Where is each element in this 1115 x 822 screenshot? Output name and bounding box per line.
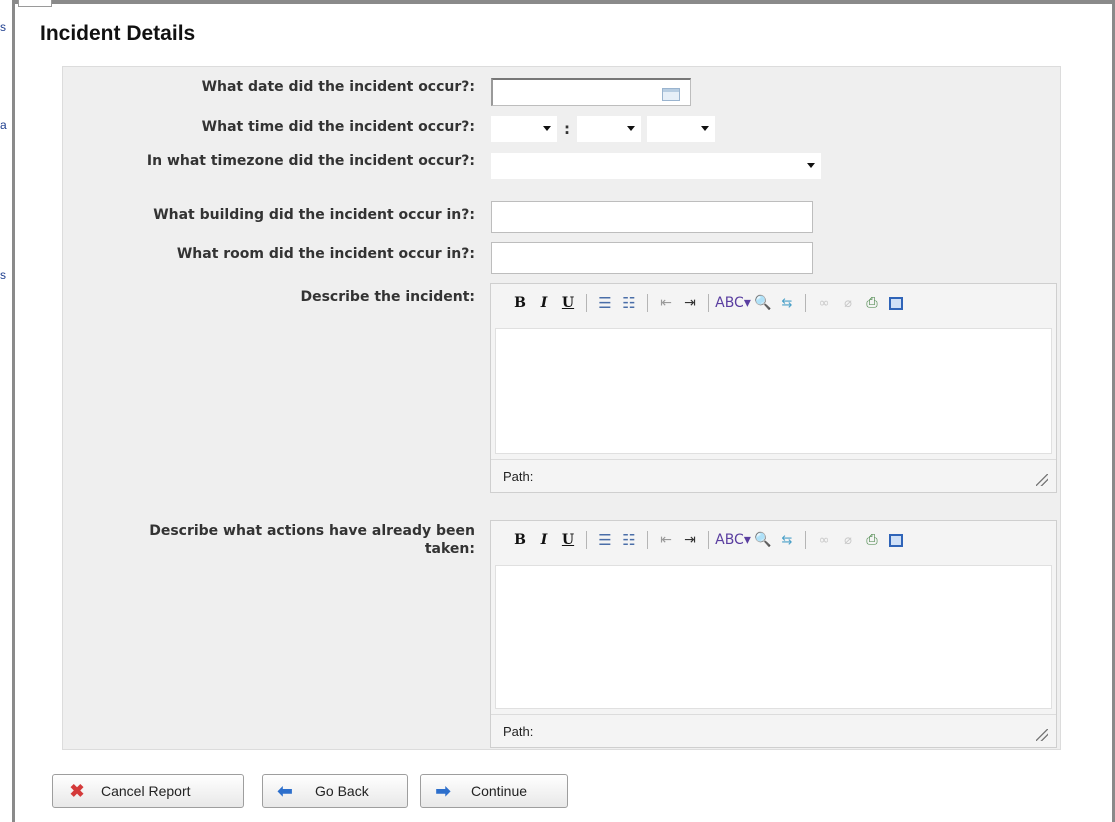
describe-label: Describe the incident: bbox=[300, 289, 475, 305]
toolbar-separator bbox=[805, 531, 806, 549]
describe-edit-area[interactable] bbox=[495, 328, 1052, 454]
path-label: Path: bbox=[503, 724, 534, 739]
indent-icon[interactable]: ⇥ bbox=[679, 529, 701, 551]
go-back-label: Go Back bbox=[315, 783, 369, 799]
find-icon[interactable]: 🔍 bbox=[752, 529, 774, 551]
actions-label: Describe what actions have already been … bbox=[149, 523, 475, 557]
calendar-icon[interactable] bbox=[662, 88, 680, 101]
arrow-right-icon: ➡ bbox=[435, 780, 451, 801]
date-label: What date did the incident occur?: bbox=[201, 79, 475, 95]
numbered-list-icon[interactable]: ☷ bbox=[618, 292, 640, 314]
outdent-icon[interactable]: ⇤ bbox=[655, 529, 677, 551]
cancel-x-icon: ✖ bbox=[69, 780, 85, 801]
resize-grip-icon[interactable] bbox=[1036, 474, 1048, 486]
indent-icon[interactable]: ⇥ bbox=[679, 292, 701, 314]
editor-status-bar: Path: bbox=[491, 459, 1056, 492]
arrow-left-icon: ⬅ bbox=[277, 780, 293, 801]
cancel-report-label: Cancel Report bbox=[101, 783, 191, 799]
outdent-icon[interactable]: ⇤ bbox=[655, 292, 677, 314]
toolbar-separator bbox=[708, 294, 709, 312]
top-frame-border bbox=[15, 0, 1115, 4]
left-fragment-2[interactable]: a bbox=[0, 118, 7, 132]
link-icon[interactable]: ∞ bbox=[813, 529, 835, 551]
room-label: What room did the incident occur in?: bbox=[176, 246, 475, 262]
replace-icon[interactable]: ⇆ bbox=[776, 292, 798, 314]
bullet-list-icon[interactable]: ☰ bbox=[594, 292, 616, 314]
timezone-label: In what timezone did the incident occur?… bbox=[146, 153, 475, 169]
toolbar-separator bbox=[586, 531, 587, 549]
fullscreen-icon[interactable] bbox=[889, 533, 903, 547]
room-input[interactable] bbox=[491, 242, 813, 274]
date-field[interactable] bbox=[491, 78, 691, 106]
unlink-icon[interactable]: ⌀ bbox=[837, 292, 859, 314]
underline-button[interactable]: U bbox=[557, 529, 579, 551]
continue-label: Continue bbox=[471, 783, 528, 799]
find-icon[interactable]: 🔍 bbox=[752, 292, 774, 314]
top-frame-tab bbox=[18, 0, 52, 7]
actions-editor: B I U ☰ ☷ ⇤ ⇥ ABC▾ 🔍 ⇆ ∞ ⌀ ⎙ Path: bbox=[490, 520, 1057, 748]
left-fragment-1: s bbox=[0, 20, 6, 34]
fullscreen-icon[interactable] bbox=[889, 296, 903, 310]
editor-toolbar: B I U ☰ ☷ ⇤ ⇥ ABC▾ 🔍 ⇆ ∞ ⌀ ⎙ bbox=[491, 284, 1056, 322]
describe-editor: B I U ☰ ☷ ⇤ ⇥ ABC▾ 🔍 ⇆ ∞ ⌀ ⎙ Path: bbox=[490, 283, 1057, 493]
building-input[interactable] bbox=[491, 201, 813, 233]
print-icon[interactable]: ⎙ bbox=[861, 292, 883, 314]
spellcheck-icon[interactable]: ABC▾ bbox=[715, 292, 751, 314]
editor-toolbar: B I U ☰ ☷ ⇤ ⇥ ABC▾ 🔍 ⇆ ∞ ⌀ ⎙ bbox=[491, 521, 1056, 559]
toolbar-separator bbox=[708, 531, 709, 549]
italic-button[interactable]: I bbox=[533, 529, 555, 551]
time-ampm-select[interactable] bbox=[647, 116, 715, 142]
left-page-strip: s a s bbox=[0, 0, 15, 822]
bold-button[interactable]: B bbox=[509, 529, 531, 551]
go-back-button[interactable]: ⬅ Go Back bbox=[262, 774, 408, 808]
timezone-select[interactable] bbox=[491, 153, 821, 179]
path-label: Path: bbox=[503, 469, 534, 484]
italic-button[interactable]: I bbox=[533, 292, 555, 314]
bold-button[interactable]: B bbox=[509, 292, 531, 314]
resize-grip-icon[interactable] bbox=[1036, 729, 1048, 741]
actions-edit-area[interactable] bbox=[495, 565, 1052, 709]
chevron-down-icon bbox=[701, 126, 709, 131]
time-separator: : bbox=[564, 120, 570, 138]
time-label: What time did the incident occur?: bbox=[201, 119, 475, 135]
print-icon[interactable]: ⎙ bbox=[861, 529, 883, 551]
toolbar-separator bbox=[647, 531, 648, 549]
replace-icon[interactable]: ⇆ bbox=[776, 529, 798, 551]
link-icon[interactable]: ∞ bbox=[813, 292, 835, 314]
building-label: What building did the incident occur in?… bbox=[153, 207, 475, 223]
bullet-list-icon[interactable]: ☰ bbox=[594, 529, 616, 551]
continue-button[interactable]: ➡ Continue bbox=[420, 774, 568, 808]
time-minute-select[interactable] bbox=[577, 116, 641, 142]
toolbar-separator bbox=[647, 294, 648, 312]
chevron-down-icon bbox=[543, 126, 551, 131]
underline-button[interactable]: U bbox=[557, 292, 579, 314]
editor-status-bar: Path: bbox=[491, 714, 1056, 747]
unlink-icon[interactable]: ⌀ bbox=[837, 529, 859, 551]
section-title: Incident Details bbox=[40, 22, 196, 45]
chevron-down-icon bbox=[807, 163, 815, 168]
toolbar-separator bbox=[805, 294, 806, 312]
spellcheck-icon[interactable]: ABC▾ bbox=[715, 529, 751, 551]
numbered-list-icon[interactable]: ☷ bbox=[618, 529, 640, 551]
toolbar-separator bbox=[586, 294, 587, 312]
cancel-report-button[interactable]: ✖ Cancel Report bbox=[52, 774, 244, 808]
time-hour-select[interactable] bbox=[491, 116, 557, 142]
chevron-down-icon bbox=[627, 126, 635, 131]
left-fragment-3[interactable]: s bbox=[0, 268, 6, 282]
